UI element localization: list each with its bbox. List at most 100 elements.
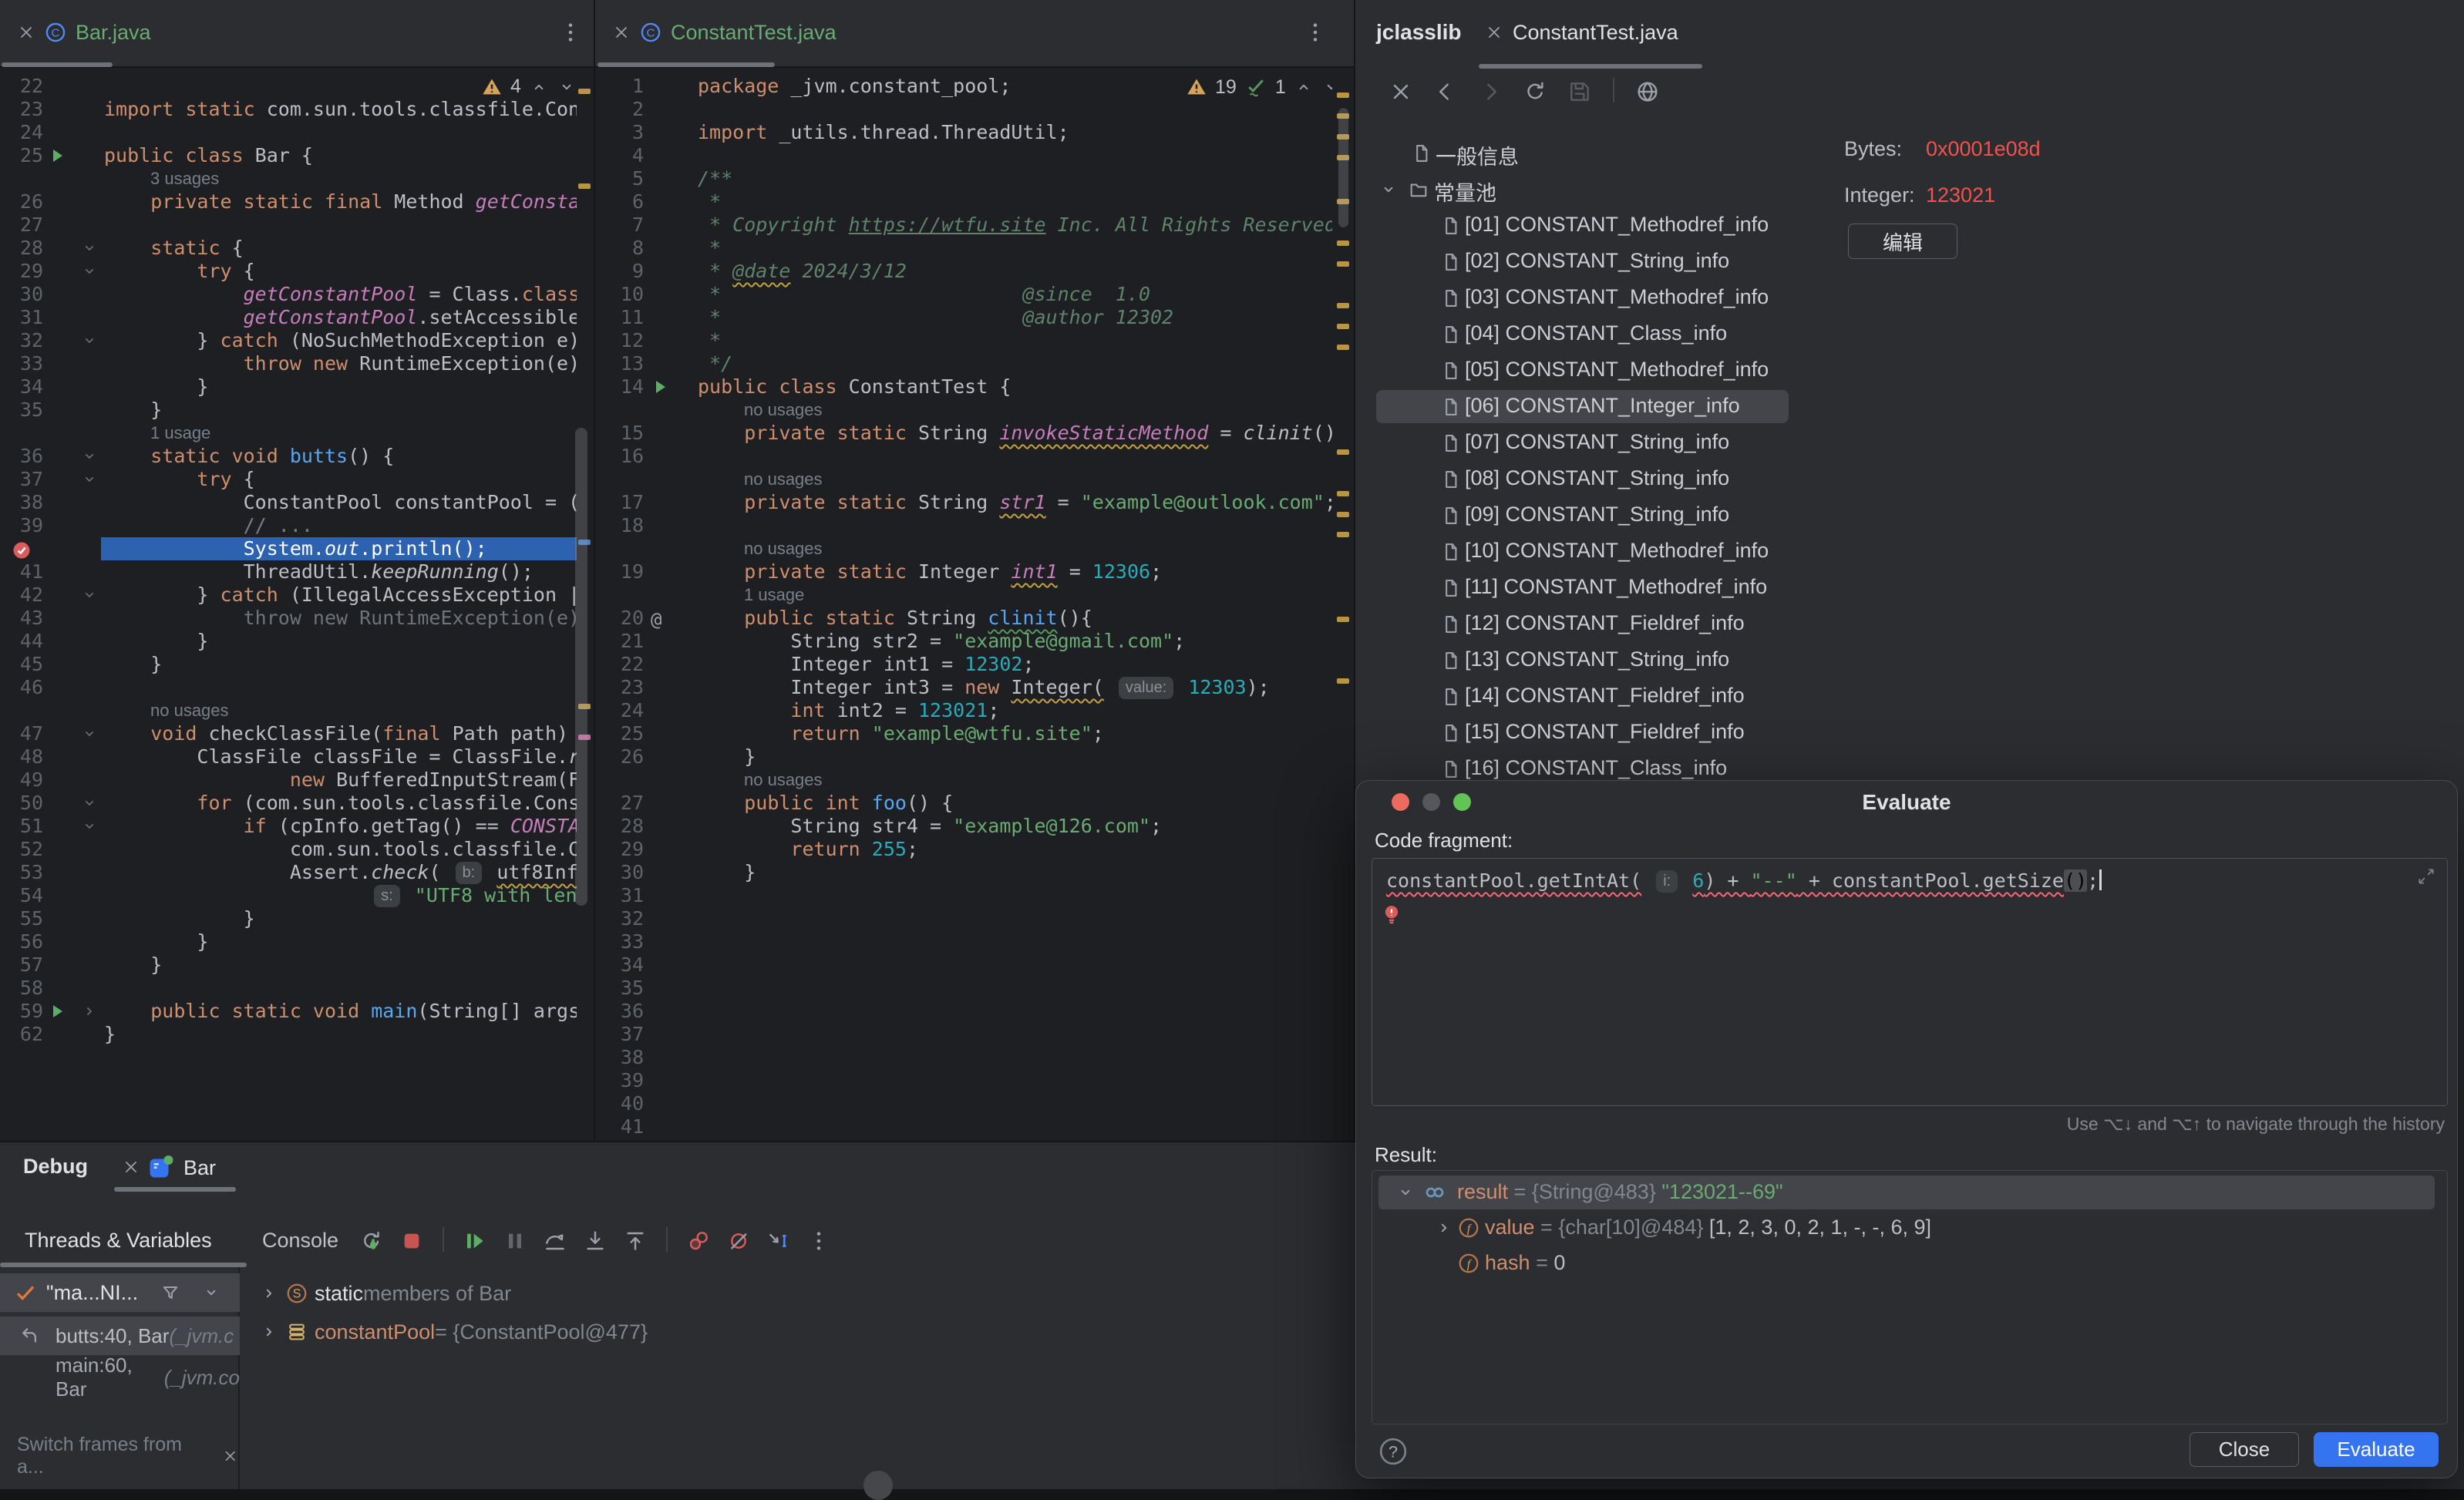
error-hint-icon[interactable]	[1380, 902, 1403, 928]
fold-icon[interactable]	[80, 470, 99, 489]
run-icon[interactable]	[48, 1002, 66, 1021]
code-line-row[interactable]: 34	[595, 953, 1354, 977]
line-number[interactable]: 27	[0, 214, 43, 237]
line-number[interactable]: 33	[595, 930, 644, 953]
line-number[interactable]: 34	[0, 375, 43, 399]
more-menu-icon[interactable]	[1303, 20, 1328, 45]
line-number[interactable]: 34	[595, 953, 644, 977]
stripe-mark[interactable]	[1337, 449, 1349, 455]
stripe-mark[interactable]	[1337, 491, 1349, 496]
result-row[interactable]: result = {String@483} "123021--69"	[1372, 1175, 2441, 1211]
stop-icon[interactable]	[399, 1229, 424, 1253]
fold-icon[interactable]	[80, 794, 99, 812]
line-number[interactable]: 4	[595, 144, 644, 167]
code-line-row[interactable]: 31 getConstantPool.setAccessible(true);	[0, 306, 594, 329]
code-line-row[interactable]: 47 void checkClassFile(final Path path) …	[0, 722, 594, 745]
line-number[interactable]: 49	[0, 768, 43, 792]
code-line-row[interactable]: 57 }	[0, 953, 594, 977]
code-line-row[interactable]: 9 * @date 2024/3/12	[595, 260, 1354, 283]
line-number[interactable]: 54	[0, 884, 43, 907]
code-line-row[interactable]: 21 String str2 = "example@gmail.com";	[595, 630, 1354, 653]
code-line-row[interactable]: 15 private static String invokeStaticMet…	[595, 422, 1354, 445]
variable-row[interactable]: Sstatic members of Bar	[241, 1276, 511, 1310]
line-number[interactable]: 21	[595, 630, 644, 653]
tree-item-constant-entry[interactable]: [02] CONSTANT_String_info	[1355, 244, 1909, 280]
code-line-row[interactable]: 17 private static String str1 = "example…	[595, 491, 1354, 514]
line-number[interactable]: 9	[595, 260, 644, 283]
usages-hint-row[interactable]: 1 usage	[0, 422, 594, 445]
code-line-row[interactable]: 59 public static void main(String[] args…	[0, 1000, 594, 1023]
code-line-row[interactable]: 24	[0, 121, 594, 144]
code-line-row[interactable]: 14public class ConstantTest {	[595, 375, 1354, 399]
line-number[interactable]: 42	[0, 584, 43, 607]
code-line-row[interactable]: 58	[0, 977, 594, 1000]
code-line-row[interactable]: 30 }	[595, 861, 1354, 884]
line-number[interactable]: 35	[0, 399, 43, 422]
variable-row[interactable]: constantPool = {ConstantPool@477}	[241, 1315, 648, 1349]
tree-item-constant-entry[interactable]: [05] CONSTANT_Methodref_info	[1355, 352, 1909, 388]
line-number[interactable]: 36	[595, 1000, 644, 1023]
code-fragment-input[interactable]: constantPool.getIntAt( i: 6) + "--" + co…	[1372, 858, 2448, 1106]
view-breakpoints-icon[interactable]	[686, 1229, 711, 1253]
code-line-row[interactable]: 26 private static final Method getConsta…	[0, 190, 594, 214]
stripe-mark[interactable]	[1337, 617, 1349, 622]
tree-item-constant-entry[interactable]: [08] CONSTANT_String_info	[1355, 461, 1909, 497]
code-line-row[interactable]: 30 getConstantPool = Class.class.getDecl…	[0, 283, 594, 306]
resume-icon[interactable]	[463, 1229, 487, 1253]
line-number[interactable]: 53	[0, 861, 43, 884]
tree-item-constant-entry[interactable]: [01] CONSTANT_Methodref_info	[1355, 207, 1909, 244]
chevron-down-icon[interactable]	[201, 1283, 221, 1303]
close-icon[interactable]	[222, 1448, 238, 1465]
line-number[interactable]: 18	[595, 514, 644, 537]
usages-hint-row[interactable]: no usages	[0, 699, 594, 722]
evaluate-button[interactable]: Evaluate	[2314, 1432, 2439, 1467]
line-number[interactable]: 57	[0, 953, 43, 977]
usages-hint-row[interactable]: 1 usage	[595, 584, 1354, 607]
tree-item-constant-entry[interactable]: [06] CONSTANT_Integer_info	[1355, 388, 1909, 425]
chevron-right-icon[interactable]	[1434, 1218, 1454, 1238]
middle-error-stripe[interactable]	[1332, 68, 1354, 1141]
code-line-row[interactable]: 2	[595, 98, 1354, 121]
chevron-down-icon[interactable]	[1378, 180, 1399, 200]
usages-hint-row[interactable]: no usages	[595, 468, 1354, 491]
code-line-row[interactable]: 46	[0, 676, 594, 699]
back-icon[interactable]	[1433, 79, 1458, 104]
scrollbar-thumb[interactable]	[575, 428, 587, 906]
line-number[interactable]: 41	[595, 1115, 644, 1138]
code-line-row[interactable]: 50 for (com.sun.tools.classfile.Constan	[0, 792, 594, 815]
stripe-mark[interactable]	[1337, 532, 1349, 537]
tab-console[interactable]: Console	[262, 1229, 338, 1253]
line-number[interactable]: 19	[595, 560, 644, 584]
run-to-cursor-icon[interactable]	[766, 1229, 791, 1253]
tree-item-constant-pool[interactable]: 常量池	[1355, 171, 1909, 207]
result-row[interactable]: fhash = 0	[1372, 1246, 2441, 1282]
code-line-row[interactable]: 4	[595, 144, 1354, 167]
middle-inspection-widget[interactable]: 19 1	[1186, 76, 1341, 99]
fold-icon[interactable]	[80, 447, 99, 466]
fold-icon[interactable]	[80, 817, 99, 836]
usages-hint[interactable]: 3 usages	[0, 167, 594, 190]
tab-constanttest-java[interactable]: C ConstantTest.java	[612, 11, 836, 54]
line-number[interactable]: 25	[0, 144, 43, 167]
code-line-row[interactable]: 39	[595, 1069, 1354, 1092]
line-number[interactable]: 33	[0, 352, 43, 375]
refresh-icon[interactable]	[1523, 79, 1547, 104]
line-number[interactable]: 39	[0, 514, 43, 537]
fold-icon[interactable]	[80, 239, 99, 257]
usages-hint[interactable]: no usages	[595, 768, 1354, 792]
code-line-row[interactable]: 11 * @author 12302	[595, 306, 1354, 329]
chevron-up-icon[interactable]	[1294, 77, 1314, 97]
fold-icon[interactable]	[80, 331, 99, 350]
more-menu-icon[interactable]	[558, 20, 583, 45]
line-number[interactable]: 31	[0, 306, 43, 329]
line-number[interactable]: 45	[0, 653, 43, 676]
code-line-row[interactable]: 35	[595, 977, 1354, 1000]
line-number[interactable]: 58	[0, 977, 43, 1000]
line-number[interactable]: 29	[0, 260, 43, 283]
line-number[interactable]: 2	[595, 98, 644, 121]
line-number[interactable]: 44	[0, 630, 43, 653]
code-line-row[interactable]: 27	[0, 214, 594, 237]
line-number[interactable]: 51	[0, 815, 43, 838]
line-number[interactable]: 27	[595, 792, 644, 815]
line-number[interactable]: 15	[595, 422, 644, 445]
